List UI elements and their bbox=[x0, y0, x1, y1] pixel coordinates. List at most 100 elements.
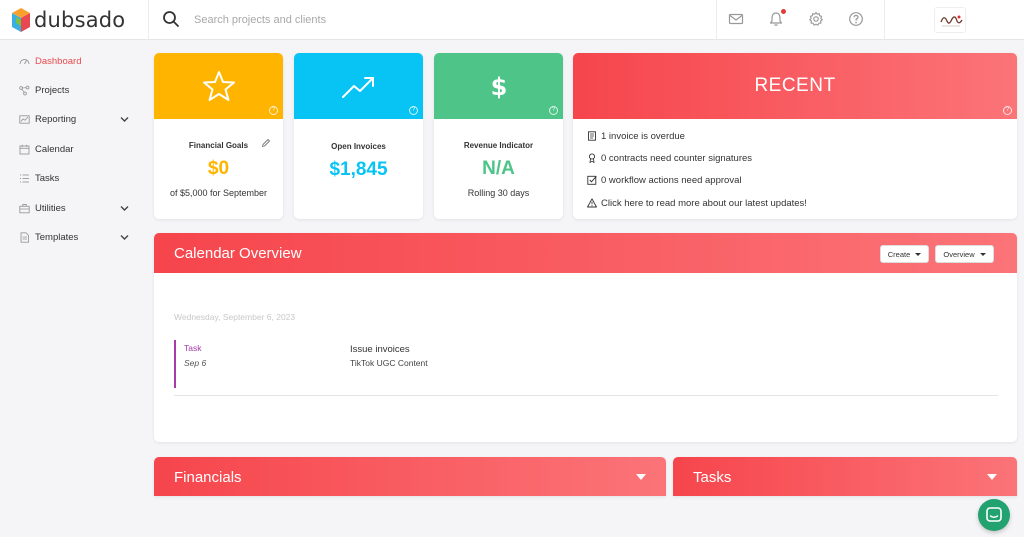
gear-icon[interactable] bbox=[808, 11, 824, 27]
help-icon[interactable]: ? bbox=[409, 106, 418, 115]
revenue-indicator-card[interactable]: $ ? Revenue Indicator N/A Rolling 30 day… bbox=[434, 53, 563, 219]
top-bar: dubsado bbox=[0, 0, 1024, 40]
divider bbox=[884, 0, 885, 40]
sidebar-item-label: Dashboard bbox=[35, 56, 82, 67]
financial-goals-card[interactable]: ? Financial Goals $0 of $5,000 for Septe… bbox=[154, 53, 283, 219]
financials-panel[interactable]: Financials bbox=[154, 457, 666, 496]
sidebar-item-label: Projects bbox=[35, 85, 70, 96]
recent-item-workflow[interactable]: 0 workflow actions need approval bbox=[587, 173, 741, 187]
tasks-icon bbox=[20, 174, 29, 183]
open-invoices-card[interactable]: ? Open Invoices $1,845 bbox=[294, 53, 423, 219]
reporting-icon bbox=[19, 115, 30, 124]
event-date: Sep 6 bbox=[184, 358, 207, 368]
revenue-indicator-header: $ ? bbox=[434, 53, 563, 119]
recent-title: RECENT bbox=[754, 75, 836, 96]
recent-item-contracts[interactable]: 0 contracts need counter signatures bbox=[587, 151, 752, 165]
recent-item-overdue-invoice[interactable]: 1 invoice is overdue bbox=[587, 129, 685, 143]
sidebar-item-label: Calendar bbox=[35, 144, 74, 155]
financial-goals-value: $0 bbox=[207, 158, 230, 179]
pencil-icon[interactable] bbox=[261, 138, 271, 148]
create-dropdown-button[interactable]: Create bbox=[880, 245, 929, 263]
search-input[interactable] bbox=[194, 9, 594, 31]
chat-icon bbox=[986, 507, 1002, 522]
help-icon[interactable]: ? bbox=[269, 106, 278, 115]
sidebar-item-utilities[interactable]: Utilities bbox=[0, 198, 142, 220]
mail-icon[interactable] bbox=[728, 11, 744, 27]
search-icon[interactable] bbox=[162, 10, 180, 28]
recent-item-text: 0 contracts need counter signatures bbox=[601, 152, 753, 164]
help-icon[interactable]: ? bbox=[549, 106, 558, 115]
sidebar-item-calendar[interactable]: Calendar bbox=[0, 139, 142, 161]
recent-card: RECENT ? 1 invoice is overdue 0 contract… bbox=[573, 53, 1017, 219]
open-invoices-title: Open Invoices bbox=[331, 142, 386, 151]
award-icon bbox=[588, 153, 596, 163]
open-invoices-header: ? bbox=[294, 53, 423, 119]
revenue-indicator-value: N/A bbox=[482, 158, 515, 179]
tasks-title: Tasks bbox=[693, 469, 732, 486]
trending-up-icon bbox=[341, 77, 374, 98]
help-icon[interactable] bbox=[848, 11, 864, 27]
recent-item-text: 0 workflow actions need approval bbox=[601, 174, 742, 186]
tasks-panel[interactable]: Tasks bbox=[673, 457, 1017, 496]
sidebar-item-label: Tasks bbox=[35, 173, 60, 184]
sidebar-item-projects[interactable]: Projects bbox=[0, 80, 142, 102]
financials-header[interactable]: Financials bbox=[154, 457, 666, 496]
logo-text: dubsado bbox=[34, 8, 126, 32]
event-color-bar bbox=[174, 340, 176, 388]
avatar-logo-image bbox=[940, 15, 963, 27]
caret-down-icon bbox=[915, 252, 922, 256]
notification-dot bbox=[781, 9, 786, 14]
utilities-icon bbox=[19, 204, 30, 214]
revenue-indicator-subtext: Rolling 30 days bbox=[467, 188, 530, 198]
recent-item-text: Click here to read more about our latest… bbox=[601, 197, 807, 209]
recent-item-updates-link[interactable]: Click here to read more about our latest… bbox=[587, 196, 807, 210]
sidebar-item-label: Utilities bbox=[35, 203, 66, 214]
tasks-header[interactable]: Tasks bbox=[673, 457, 1017, 496]
calendar-overview-title: Calendar Overview bbox=[174, 245, 302, 262]
financials-title: Financials bbox=[174, 469, 242, 486]
caret-down-icon[interactable] bbox=[987, 474, 997, 480]
caret-down-icon[interactable] bbox=[636, 474, 646, 480]
sidebar-item-dashboard[interactable]: Dashboard bbox=[0, 51, 142, 73]
sidebar-item-label: Templates bbox=[35, 232, 79, 243]
divider bbox=[148, 0, 149, 40]
calendar-date-heading: Wednesday, September 6, 2023 bbox=[174, 312, 296, 322]
dashboard-icon bbox=[19, 59, 30, 65]
help-icon[interactable]: ? bbox=[1003, 106, 1012, 115]
sidebar-item-label: Reporting bbox=[35, 114, 77, 125]
divider bbox=[716, 0, 717, 40]
chevron-down-icon[interactable] bbox=[120, 116, 129, 123]
revenue-indicator-title: Revenue Indicator bbox=[463, 141, 534, 150]
sidebar-item-reporting[interactable]: Reporting bbox=[0, 109, 142, 131]
overview-dropdown-button[interactable]: Overview bbox=[935, 245, 994, 263]
calendar-icon bbox=[19, 144, 30, 155]
dubsado-logo[interactable]: dubsado bbox=[12, 6, 148, 34]
chevron-down-icon[interactable] bbox=[120, 205, 129, 212]
svg-text:$: $ bbox=[490, 73, 507, 101]
projects-icon bbox=[19, 85, 30, 96]
star-icon bbox=[202, 71, 235, 101]
check-square-icon bbox=[587, 175, 597, 185]
calendar-overview-header: Calendar Overview Create Overview bbox=[154, 233, 1017, 273]
chevron-down-icon[interactable] bbox=[120, 234, 129, 241]
dollar-icon: $ bbox=[490, 73, 507, 101]
financial-goals-subtext: of $5,000 for September bbox=[169, 188, 268, 198]
open-invoices-value: $1,845 bbox=[329, 159, 388, 180]
event-project[interactable]: TikTok UGC Content bbox=[350, 358, 428, 368]
chat-button[interactable] bbox=[978, 499, 1010, 531]
sidebar-item-templates[interactable]: Templates bbox=[0, 227, 142, 249]
event-title[interactable]: Issue invoices bbox=[350, 344, 410, 355]
event-type: Task bbox=[184, 343, 202, 353]
sidebar: Dashboard Projects Reporting Calendar Ta… bbox=[0, 41, 142, 537]
recent-item-text: 1 invoice is overdue bbox=[601, 130, 685, 142]
avatar[interactable] bbox=[934, 7, 966, 33]
sidebar-item-tasks[interactable]: Tasks bbox=[0, 168, 142, 190]
calendar-overview-panel: Calendar Overview Create Overview Wednes… bbox=[154, 233, 1017, 442]
templates-icon bbox=[20, 232, 29, 243]
divider bbox=[174, 395, 998, 396]
recent-header: RECENT ? bbox=[573, 53, 1017, 119]
dubsado-logo-icon bbox=[12, 8, 30, 32]
overview-button-label: Overview bbox=[943, 249, 975, 259]
warning-icon bbox=[587, 198, 597, 208]
caret-down-icon bbox=[979, 252, 986, 256]
